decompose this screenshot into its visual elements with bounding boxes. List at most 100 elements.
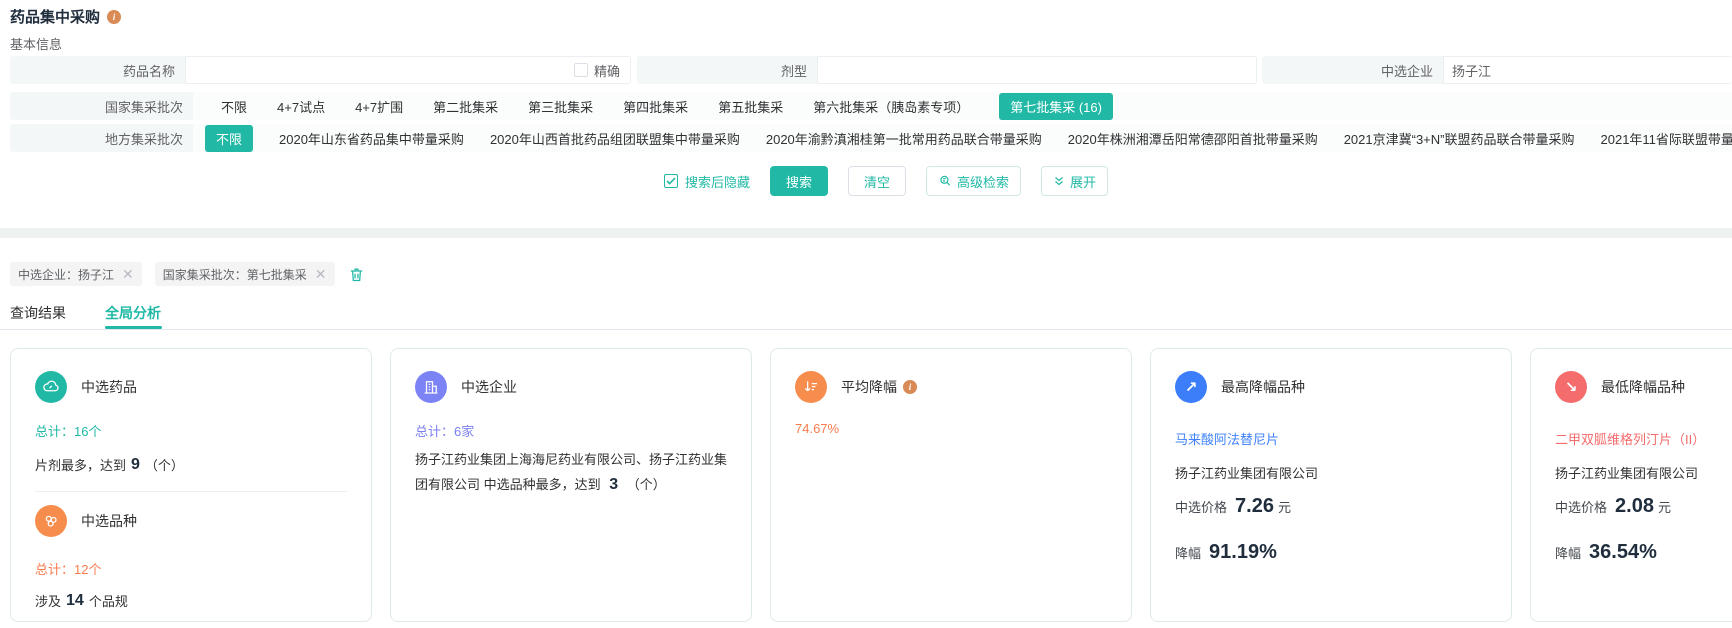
advanced-search-button[interactable]: 高级检索 [926,166,1021,196]
hide-after-search-checkbox[interactable] [664,174,678,188]
drug-name-label: 药品名称 [10,56,185,84]
drug-name-input[interactable] [186,58,574,82]
max-reduction-drug-link[interactable]: 马来酸阿法替尼片 [1175,429,1279,448]
trash-icon [348,266,365,283]
national-batch-option[interactable]: 第二批集采 [433,97,498,116]
close-icon[interactable]: ✕ [315,267,327,281]
card-head: ↗ 最高降幅品种 [1175,371,1305,403]
reduction-line: 降幅 91.19% [1175,541,1277,564]
enterprise-input[interactable] [1444,58,1732,82]
dosage-label: 剂型 [637,56,817,84]
company-name: 扬子江药业集团有限公司 [1175,463,1318,482]
exact-checkbox[interactable] [574,63,588,77]
title-info-icon[interactable]: i [107,10,121,24]
tab-query-results[interactable]: 查询结果 [10,303,66,323]
local-batch-option[interactable]: 2021年11省际联盟带量采购 [1601,129,1732,148]
building-icon [415,371,447,403]
card-head: ↘ 最低降幅品种 [1555,371,1685,403]
reduction-value: 36.54% [1589,541,1657,564]
page-header: 药品集中采购 i [10,6,121,27]
local-batch-option[interactable]: 2020年山东省药品集中带量采购 [279,129,464,148]
desc-value: 3 [609,476,618,493]
card-average-reduction: 平均降幅 i 74.67% [770,348,1132,622]
search-button[interactable]: 搜索 [770,166,828,196]
card-title-text: 平均降幅 [841,377,897,397]
national-batch-option[interactable]: 第六批集采（胰岛素专项） [813,97,969,116]
desc-prefix: 扬子江药业集团上海海尼药业有限公司、扬子江药业集团有限公司 中选品种最多，达到 [415,452,727,492]
desc-suffix: （个） [627,477,666,492]
basic-info-label: 基本信息 [10,34,62,53]
national-batch-label: 国家集采批次 [10,92,193,120]
national-batch-option[interactable]: 4+7试点 [277,97,325,116]
hide-after-search-label: 搜索后隐藏 [685,172,750,191]
filter-tag-enterprise[interactable]: 中选企业：扬子江 ✕ [10,262,142,286]
reduction-label: 降幅 [1175,543,1201,562]
desc-value: 14 [66,592,84,610]
local-batch-option[interactable]: 2020年渝黔滇湘桂第一批常用药品联合带量采购 [766,129,1042,148]
card-head: 中选品种 [35,505,137,537]
card-title: 最低降幅品种 [1601,377,1685,397]
card-selected-drugs: 中选药品 总计：16个 片剂最多，达到 9 （个） 中选品种 总计：12个 涉及… [10,348,372,622]
form-actions: 搜索后隐藏 搜索 清空 高级检索 展开 [664,166,1108,196]
card-max-reduction: ↗ 最高降幅品种 马来酸阿法替尼片 扬子江药业集团有限公司 中选价格 7.26 … [1150,348,1512,622]
filter-tag-national-batch[interactable]: 国家集采批次：第七批集采 ✕ [155,262,335,286]
close-icon[interactable]: ✕ [122,267,134,281]
local-batch-option-selected[interactable]: 不限 [205,125,253,152]
national-batch-option[interactable]: 第三批集采 [528,97,593,116]
tab-global-analysis[interactable]: 全局分析 [105,303,161,323]
local-batch-option[interactable]: 2020年株洲湘潭岳阳常德邵阳首批带量采购 [1068,129,1318,148]
national-batch-option-selected[interactable]: 第七批集采 (16) [999,93,1113,120]
avg-reduction-info-icon[interactable]: i [903,380,917,394]
national-batch-options: 不限 4+7试点 4+7扩围 第二批集采 第三批集采 第四批集采 第五批集采 第… [193,92,1732,120]
page: 药品集中采购 i 基本信息 药品名称 精确 剂型 中选企业 国家集采批次 不限 … [0,0,1732,628]
enterprise-label: 中选企业 [1262,56,1443,84]
national-batch-option[interactable]: 第五批集采 [718,97,783,116]
price-label: 中选价格 [1175,497,1227,516]
average-reduction-value: 74.67% [795,421,839,436]
reduction-label: 降幅 [1555,543,1581,562]
filter-tag-text: 国家集采批次：第七批集采 [163,266,307,283]
card-head: 中选药品 [35,371,137,403]
arrow-down-right-icon: ↘ [1555,371,1587,403]
exact-label: 精确 [594,61,620,80]
advanced-search-icon [938,174,952,188]
card-min-reduction: ↘ 最低降幅品种 二甲双胍维格列汀片（II） 扬子江药业集团有限公司 中选价格 … [1530,348,1732,622]
desc-line: 片剂最多，达到 9 （个） [35,455,184,474]
price-label: 中选价格 [1555,497,1607,516]
exact-checkbox-group[interactable]: 精确 [574,61,630,80]
local-batch-option[interactable]: 2020年山西首批药品组团联盟集中带量采购 [490,129,740,148]
hide-after-search-checkbox-group[interactable]: 搜索后隐藏 [664,172,750,191]
min-reduction-drug-link[interactable]: 二甲双胍维格列汀片（II） [1555,429,1705,448]
dosage-input[interactable] [818,58,1256,82]
descending-stats-icon [795,371,827,403]
page-title: 药品集中采购 [10,6,100,27]
card-title: 最高降幅品种 [1221,377,1305,397]
card-selected-enterprises: 中选企业 总计：6家 扬子江药业集团上海海尼药业有限公司、扬子江药业集团有限公司… [390,348,752,622]
desc-suffix: （个） [145,455,184,474]
expand-label: 展开 [1070,172,1096,191]
total-stat: 总计：6家 [415,421,474,440]
national-batch-option[interactable]: 不限 [221,97,247,116]
drug-name-field: 精确 [185,56,631,84]
enterprise-desc: 扬子江药业集团上海海尼药业有限公司、扬子江药业集团有限公司 中选品种最多，达到 … [415,449,731,498]
national-batch-option[interactable]: 第四批集采 [623,97,688,116]
card-title: 中选企业 [461,377,517,397]
expand-button[interactable]: 展开 [1041,166,1108,196]
card-head: 平均降幅 i [795,371,917,403]
local-batch-option[interactable]: 2021京津冀“3+N”联盟药品联合带量采购 [1344,129,1575,148]
national-batch-option[interactable]: 4+7扩围 [355,97,403,116]
desc-prefix: 涉及 [35,591,61,610]
reduction-value: 91.19% [1209,541,1277,564]
clear-all-filters-button[interactable] [348,266,365,283]
card-divider [35,491,347,492]
desc-line: 涉及 14 个品规 [35,591,128,610]
local-batch-options: 不限 2020年山东省药品集中带量采购 2020年山西首批药品组团联盟集中带量采… [193,124,1732,152]
price-unit: 元 [1658,497,1671,516]
price-line: 中选价格 2.08 元 [1555,495,1671,518]
price-value: 2.08 [1615,495,1654,518]
section-divider [0,228,1732,238]
clear-button[interactable]: 清空 [848,166,906,196]
filter-tag-text: 中选企业：扬子江 [18,266,114,283]
tabs-border [0,329,1732,330]
enterprise-field [1443,56,1732,84]
